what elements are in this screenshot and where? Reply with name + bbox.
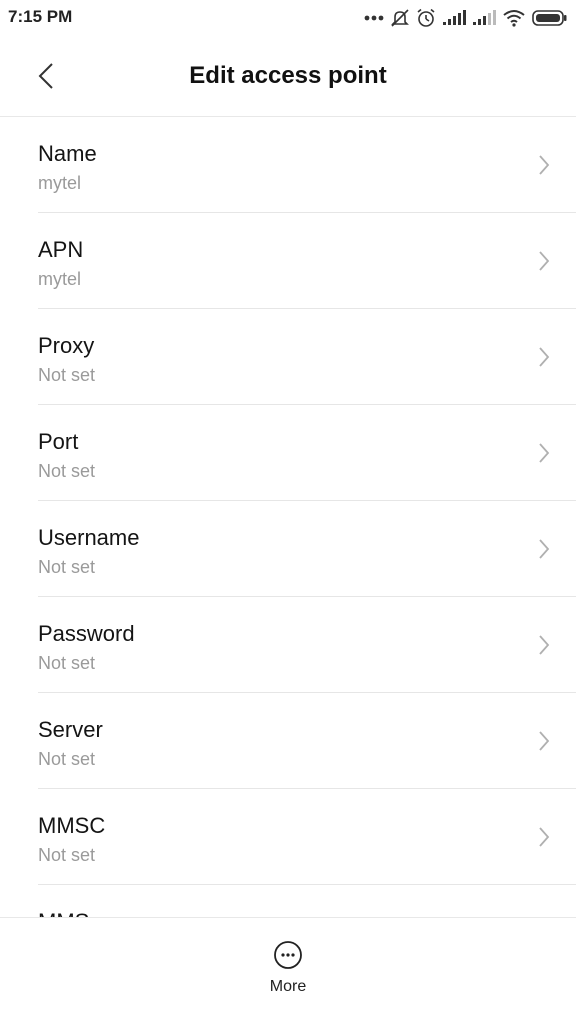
chevron-right-icon — [538, 250, 550, 272]
page-title: Edit access point — [189, 62, 387, 89]
setting-value: Not set — [38, 461, 96, 481]
screen: 7:15 PM Edit access point Name mytel APN… — [0, 0, 576, 1024]
setting-item-port[interactable]: Port Not set — [38, 405, 576, 501]
chevron-right-icon — [538, 154, 550, 176]
setting-label: Port — [38, 429, 79, 454]
bottom-bar: More — [0, 917, 576, 1024]
setting-label: Password — [38, 621, 135, 646]
setting-item-mmsc[interactable]: MMSC Not set — [38, 789, 576, 885]
signal-icon — [442, 10, 466, 26]
setting-value: Not set — [38, 365, 96, 385]
setting-item-mms[interactable]: MMS — [38, 885, 576, 917]
chevron-right-icon — [538, 730, 550, 752]
chevron-right-icon — [538, 346, 550, 368]
alarm-icon — [416, 8, 436, 28]
setting-value: Not set — [38, 845, 96, 865]
chevron-right-icon — [538, 538, 550, 560]
setting-value: Not set — [38, 557, 96, 577]
more-button[interactable]: More — [238, 940, 338, 1004]
setting-value: mytel — [38, 173, 82, 193]
mute-icon — [390, 8, 410, 28]
wifi-icon — [502, 9, 526, 27]
chevron-right-icon — [538, 634, 550, 656]
setting-value: mytel — [38, 269, 82, 289]
setting-label: Server — [38, 717, 103, 742]
setting-label: APN — [38, 237, 84, 262]
setting-item-password[interactable]: Password Not set — [38, 597, 576, 693]
setting-label: MMS — [38, 909, 89, 917]
setting-item-server[interactable]: Server Not set — [38, 693, 576, 789]
setting-item-username[interactable]: Username Not set — [38, 501, 576, 597]
access-point-settings-list[interactable]: Name mytel APN mytel Proxy Not set Port … — [0, 117, 576, 917]
header: Edit access point — [0, 36, 576, 117]
setting-label: MMSC — [38, 813, 106, 838]
signal-icon-2 — [472, 10, 496, 26]
setting-item-proxy[interactable]: Proxy Not set — [38, 309, 576, 405]
status-time: 7:15 PM — [8, 7, 73, 26]
setting-item-name[interactable]: Name mytel — [38, 117, 576, 213]
setting-value: Not set — [38, 749, 96, 769]
setting-item-apn[interactable]: APN mytel — [38, 213, 576, 309]
status-bar: 7:15 PM — [0, 0, 576, 36]
chevron-right-icon — [538, 442, 550, 464]
setting-value: Not set — [38, 653, 96, 673]
more-circle-icon — [273, 940, 303, 970]
more-dots-icon — [364, 14, 384, 22]
setting-label: Name — [38, 141, 97, 166]
battery-icon — [532, 9, 568, 27]
setting-label: Username — [38, 525, 140, 550]
chevron-right-icon — [538, 826, 550, 848]
status-icons — [364, 6, 568, 30]
setting-label: Proxy — [38, 333, 95, 358]
more-label: More — [269, 978, 307, 995]
